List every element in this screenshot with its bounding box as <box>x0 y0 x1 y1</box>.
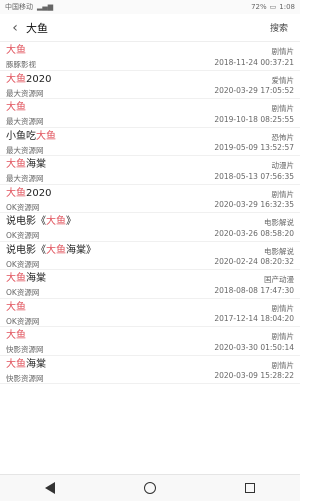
result-title: 大鱼 <box>6 330 294 342</box>
results-list: 大鱼 剧情片 豚豚影视 2018-11-24 00:37:21 大鱼2020 爱情片 最大资… <box>0 42 300 474</box>
result-timestamp: 2018-11-24 00:37:21 <box>214 57 294 67</box>
result-title: 大鱼2020 <box>6 188 294 200</box>
result-row[interactable]: 大鱼海棠 国产动漫 OK资源网 2018-08-08 17:47:30 <box>0 270 300 299</box>
clock: 1:08 <box>279 3 295 11</box>
result-title-highlight: 大鱼 <box>6 187 26 199</box>
result-title-highlight: 大鱼 <box>6 330 26 341</box>
result-title-highlight: 大鱼 <box>46 216 66 227</box>
result-title-suffix: 海棠 <box>26 159 46 170</box>
result-category: 剧情片 <box>271 360 295 370</box>
result-title-suffix: 2020 <box>26 73 52 85</box>
status-left: 中国移动 ▂▄▆ <box>5 2 53 12</box>
result-title-highlight: 大鱼 <box>6 273 26 284</box>
result-title: 大鱼海棠 <box>6 359 294 371</box>
result-row[interactable]: 大鱼2020 爱情片 最大资源网 2020-03-29 17:05:52 <box>0 71 300 99</box>
search-button[interactable]: 搜索 <box>264 21 294 34</box>
android-navbar <box>0 474 300 501</box>
result-category: 电影解说 <box>264 246 294 256</box>
result-category: 电影解说 <box>264 218 294 227</box>
result-title-highlight: 大鱼 <box>6 102 26 113</box>
result-title-prefix: 说电影《 <box>6 216 46 227</box>
result-timestamp: 2019-10-18 08:25:55 <box>214 114 294 124</box>
result-title: 大鱼2020 <box>6 74 294 86</box>
battery-percent: 72% <box>251 3 267 11</box>
result-timestamp: 2020-03-29 17:05:52 <box>214 86 294 95</box>
result-title-suffix: 海棠》 <box>66 244 96 256</box>
search-query: 大鱼 <box>26 21 48 35</box>
result-title-highlight: 大鱼 <box>36 130 56 142</box>
result-row[interactable]: 大鱼 剧情片 OK资源网 2017-12-14 18:04:20 <box>0 299 300 327</box>
result-title: 大鱼 <box>6 102 294 114</box>
result-category: 剧情片 <box>271 47 295 56</box>
nav-home-icon[interactable] <box>136 478 164 498</box>
search-header: ‹ 大鱼 搜索 <box>0 14 300 42</box>
result-title-prefix: 说电影《 <box>6 244 46 256</box>
result-title-suffix: 海棠 <box>26 273 46 284</box>
search-input[interactable]: 大鱼 <box>26 18 264 38</box>
result-row[interactable]: 大鱼 剧情片 豚豚影视 2018-11-24 00:37:21 <box>0 42 300 71</box>
result-category: 国产动漫 <box>264 275 294 284</box>
result-category: 剧情片 <box>271 189 295 199</box>
result-timestamp: 2017-12-14 18:04:20 <box>214 314 294 323</box>
result-category: 剧情片 <box>271 332 295 341</box>
result-title-suffix: 2020 <box>26 187 52 199</box>
carrier-label: 中国移动 <box>5 3 33 11</box>
battery-icon: ▭ <box>269 3 277 11</box>
result-timestamp: 2020-03-26 08:58:20 <box>214 228 294 238</box>
status-bar: 中国移动 ▂▄▆ 72% ▭ 1:08 <box>0 0 300 14</box>
result-title-highlight: 大鱼 <box>6 301 26 313</box>
nav-recents-icon[interactable] <box>236 478 264 498</box>
result-row[interactable]: 大鱼2020 剧情片 OK资源网 2020-03-29 16:32:35 <box>0 185 300 213</box>
result-timestamp: 2018-05-13 07:56:35 <box>214 171 294 181</box>
result-title-highlight: 大鱼 <box>6 358 26 370</box>
result-title: 大鱼 <box>6 302 294 314</box>
result-row[interactable]: 说电影《大鱼海棠》 电影解说 OK资源网 2020-02-24 08:20:32 <box>0 242 300 270</box>
result-title: 说电影《大鱼海棠》 <box>6 245 294 257</box>
result-timestamp: 2020-03-09 15:28:22 <box>214 371 294 380</box>
result-title: 大鱼海棠 <box>6 273 294 285</box>
result-row[interactable]: 大鱼 剧情片 最大资源网 2019-10-18 08:25:55 <box>0 99 300 128</box>
result-title-suffix: 海棠 <box>26 358 46 370</box>
result-timestamp: 2020-03-30 01:50:14 <box>214 342 294 352</box>
signal-icon: ▂▄▆ <box>37 3 54 11</box>
result-row[interactable]: 小鱼吃大鱼 恐怖片 最大资源网 2019-05-09 13:52:57 <box>0 128 300 156</box>
result-timestamp: 2020-03-29 16:32:35 <box>214 200 294 209</box>
result-title: 大鱼 <box>6 45 294 57</box>
result-title: 大鱼海棠 <box>6 159 294 171</box>
result-category: 动漫片 <box>271 161 295 170</box>
result-timestamp: 2018-08-08 17:47:30 <box>214 285 294 295</box>
result-timestamp: 2020-02-24 08:20:32 <box>214 257 294 266</box>
result-title-highlight: 大鱼 <box>6 159 26 170</box>
nav-back-icon[interactable] <box>36 478 64 498</box>
back-icon[interactable]: ‹ <box>6 19 24 37</box>
result-category: 剧情片 <box>271 303 295 313</box>
result-row[interactable]: 大鱼 剧情片 快影资源网 2020-03-30 01:50:14 <box>0 327 300 356</box>
result-row[interactable]: 大鱼海棠 剧情片 快影资源网 2020-03-09 15:28:22 <box>0 356 300 384</box>
result-title-highlight: 大鱼 <box>6 45 26 56</box>
result-category: 爱情片 <box>271 75 295 85</box>
result-row[interactable]: 大鱼海棠 动漫片 最大资源网 2018-05-13 07:56:35 <box>0 156 300 185</box>
result-timestamp: 2019-05-09 13:52:57 <box>214 143 294 152</box>
result-title: 说电影《大鱼》 <box>6 216 294 228</box>
result-title: 小鱼吃大鱼 <box>6 131 294 143</box>
result-title-highlight: 大鱼 <box>46 244 66 256</box>
result-title-suffix: 》 <box>66 216 76 227</box>
result-category: 剧情片 <box>271 104 295 113</box>
result-row[interactable]: 说电影《大鱼》 电影解说 OK资源网 2020-03-26 08:58:20 <box>0 213 300 242</box>
result-title-prefix: 小鱼吃 <box>6 130 36 142</box>
result-category: 恐怖片 <box>271 132 295 142</box>
status-right: 72% ▭ 1:08 <box>251 3 295 11</box>
result-title-highlight: 大鱼 <box>6 73 26 85</box>
